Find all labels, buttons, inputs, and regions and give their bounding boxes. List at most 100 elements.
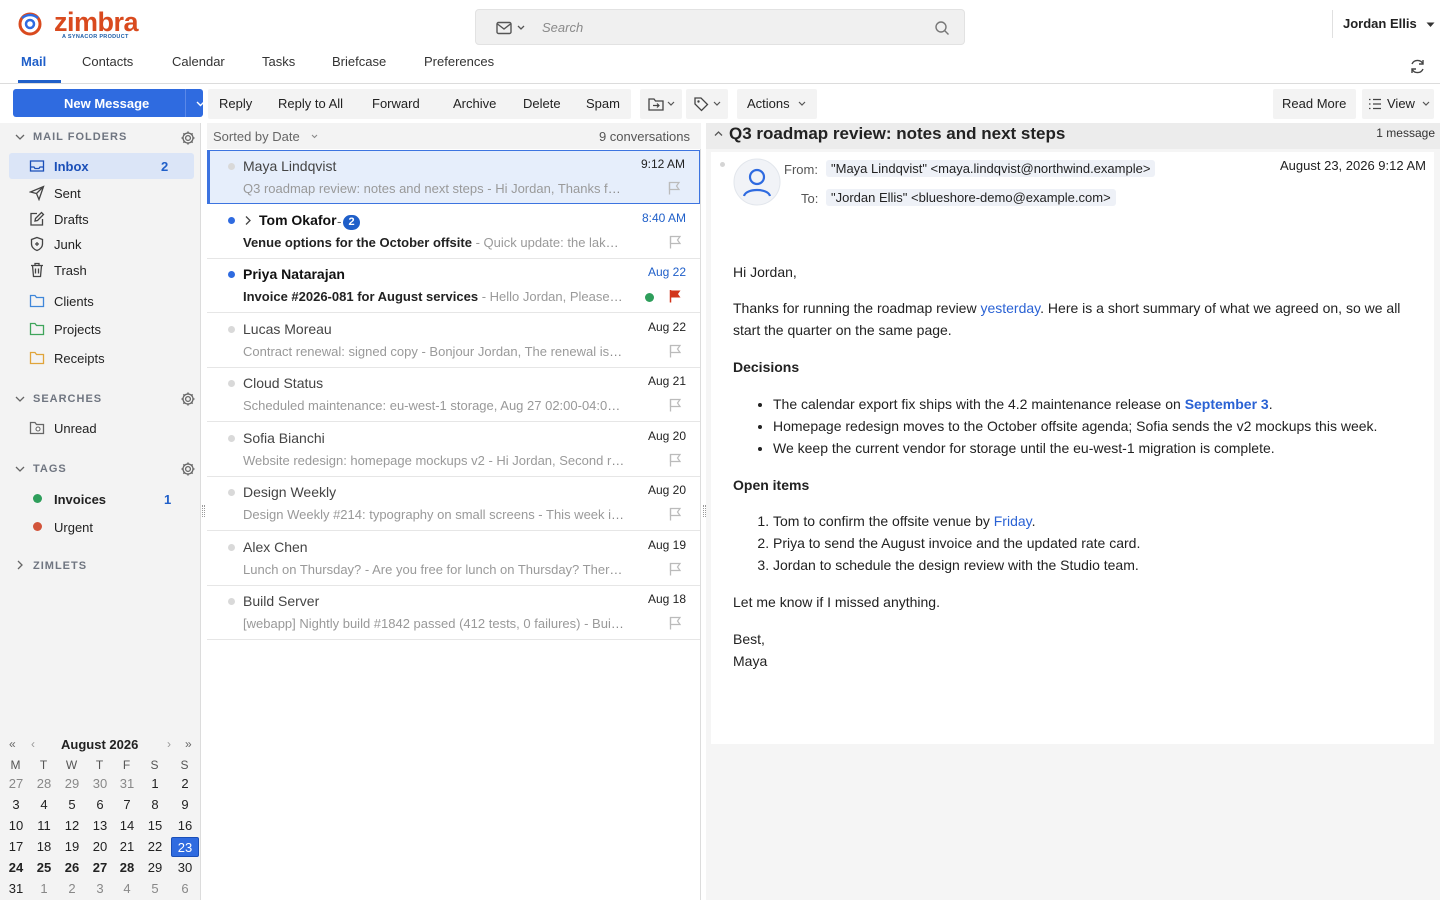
calendar-day[interactable]: 24	[2, 858, 30, 878]
calendar-day[interactable]: 11	[30, 816, 58, 836]
message-row[interactable]: Alex Chen Lunch on Thursday? - Are you fr…	[207, 531, 700, 586]
calendar-day[interactable]: 31	[113, 774, 141, 794]
pane-resize-handle[interactable]	[202, 505, 205, 517]
calendar-day[interactable]: 17	[2, 837, 30, 857]
calendar-day[interactable]: 6	[86, 795, 114, 815]
calendar-day[interactable]: 2	[58, 879, 86, 899]
chevron-down-icon[interactable]	[196, 101, 205, 107]
zimlets-header[interactable]: ZIMLETS	[33, 560, 87, 572]
read-more-button[interactable]: Read More	[1273, 89, 1356, 119]
tab-contacts[interactable]: Contacts	[82, 54, 133, 69]
tab-calendar[interactable]: Calendar	[172, 54, 225, 69]
search-input[interactable]: Search	[542, 20, 583, 35]
unread-indicator[interactable]	[228, 325, 235, 333]
flag-icon[interactable]	[668, 344, 682, 358]
flag-icon[interactable]	[668, 562, 682, 576]
unread-indicator[interactable]	[228, 216, 235, 224]
unread-indicator[interactable]	[228, 543, 235, 551]
calendar-next-month[interactable]: ›	[167, 737, 171, 751]
calendar-day[interactable]: 15	[141, 816, 169, 836]
calendar-day[interactable]: 20	[86, 837, 114, 857]
calendar-day[interactable]: 3	[2, 795, 30, 815]
calendar-day[interactable]: 27	[86, 858, 114, 878]
calendar-day[interactable]: 6	[171, 879, 199, 899]
gear-icon[interactable]	[180, 391, 196, 407]
calendar-day[interactable]: 13	[86, 816, 114, 836]
calendar-day[interactable]: 29	[141, 858, 169, 878]
calendar-day[interactable]: 12	[58, 816, 86, 836]
refresh-icon[interactable]	[1409, 58, 1426, 75]
calendar-day[interactable]: 2	[171, 774, 199, 794]
date-link-september[interactable]: September 3	[1185, 396, 1269, 412]
calendar-day[interactable]: 4	[30, 795, 58, 815]
unread-indicator[interactable]	[228, 489, 235, 496]
mail-search-scope-icon[interactable]	[496, 21, 512, 35]
flag-icon[interactable]	[668, 398, 682, 412]
calendar-day[interactable]: 26	[58, 858, 86, 878]
calendar-day-today[interactable]: 23	[171, 837, 199, 857]
search-unread[interactable]: Unread	[9, 415, 194, 441]
new-message-button[interactable]: New Message	[13, 89, 205, 117]
calendar-day[interactable]: 16	[171, 816, 199, 836]
folder-trash[interactable]: Trash	[9, 257, 194, 283]
message-row[interactable]: Design Weekly Design Weekly #214: typogra…	[207, 477, 700, 531]
calendar-day[interactable]: 22	[141, 837, 169, 857]
expand-thread-icon[interactable]	[244, 215, 252, 226]
user-menu[interactable]: Jordan Ellis	[1332, 10, 1435, 38]
calendar-day[interactable]: 19	[58, 837, 86, 857]
forward-button[interactable]: Forward	[372, 96, 420, 111]
tag-button[interactable]	[686, 89, 728, 119]
spam-button[interactable]: Spam	[586, 96, 620, 111]
collapse-chevron-icon[interactable]	[714, 130, 723, 137]
tab-preferences[interactable]: Preferences	[424, 54, 494, 69]
tag-invoices[interactable]: Invoices 1	[9, 486, 194, 512]
calendar-day[interactable]: 5	[141, 879, 169, 899]
collapse-chevron-icon[interactable]	[15, 465, 25, 473]
calendar-day[interactable]: 18	[30, 837, 58, 857]
flag-icon[interactable]	[667, 181, 681, 195]
avatar[interactable]	[733, 158, 781, 206]
folder-sent[interactable]: Sent	[9, 180, 194, 206]
mail-folders-header[interactable]: MAIL FOLDERS	[33, 131, 127, 143]
search-bar[interactable]: Search	[475, 9, 965, 45]
calendar-day[interactable]: 30	[171, 858, 199, 878]
date-link-friday[interactable]: Friday	[994, 513, 1032, 529]
tags-header[interactable]: TAGS	[33, 463, 67, 475]
flag-icon[interactable]	[668, 453, 682, 467]
date-link-yesterday[interactable]: yesterday	[980, 300, 1040, 316]
calendar-day[interactable]: 5	[58, 795, 86, 815]
calendar-day[interactable]: 31	[2, 879, 30, 899]
calendar-day[interactable]: 14	[113, 816, 141, 836]
gear-icon[interactable]	[180, 461, 196, 477]
unread-indicator[interactable]	[228, 598, 235, 605]
message-row[interactable]: Build Server [webapp] Nightly build #1842…	[207, 586, 700, 640]
collapse-chevron-icon[interactable]	[15, 133, 25, 141]
delete-button[interactable]: Delete	[523, 96, 561, 111]
sort-dropdown[interactable]: Sorted by Date	[213, 129, 300, 144]
message-row[interactable]: Maya Lindqvist Q3 roadmap review: notes a…	[207, 150, 700, 204]
move-button[interactable]	[640, 89, 682, 119]
calendar-day[interactable]: 21	[113, 837, 141, 857]
unread-indicator[interactable]	[228, 380, 235, 387]
tab-tasks[interactable]: Tasks	[262, 54, 295, 69]
searches-header[interactable]: SEARCHES	[33, 393, 102, 405]
calendar-day[interactable]: 10	[2, 816, 30, 836]
calendar-day[interactable]: 28	[30, 774, 58, 794]
to-address[interactable]: "Jordan Ellis" <blueshore-demo@example.c…	[826, 189, 1116, 206]
search-icon[interactable]	[934, 20, 950, 36]
calendar-prev-year[interactable]: «	[9, 737, 16, 751]
flag-icon[interactable]	[668, 616, 682, 630]
view-menu-button[interactable]: View	[1362, 89, 1434, 119]
message-row[interactable]: Priya Natarajan Invoice #2026-081 for Aug…	[207, 259, 700, 313]
calendar-day[interactable]: 8	[141, 795, 169, 815]
calendar-day[interactable]: 4	[113, 879, 141, 899]
calendar-day[interactable]: 28	[113, 858, 141, 878]
reply-all-button[interactable]: Reply to All	[278, 96, 343, 111]
archive-button[interactable]: Archive	[453, 96, 496, 111]
folder-receipts[interactable]: Receipts	[9, 345, 194, 371]
folder-junk[interactable]: Junk	[9, 231, 194, 257]
zimbra-logo[interactable]: zimbra A SYNACOR PRODUCT	[18, 7, 148, 41]
tab-mail[interactable]: Mail	[21, 54, 46, 69]
actions-menu-button[interactable]: Actions	[737, 89, 817, 119]
folder-inbox[interactable]: Inbox 2	[9, 153, 194, 179]
